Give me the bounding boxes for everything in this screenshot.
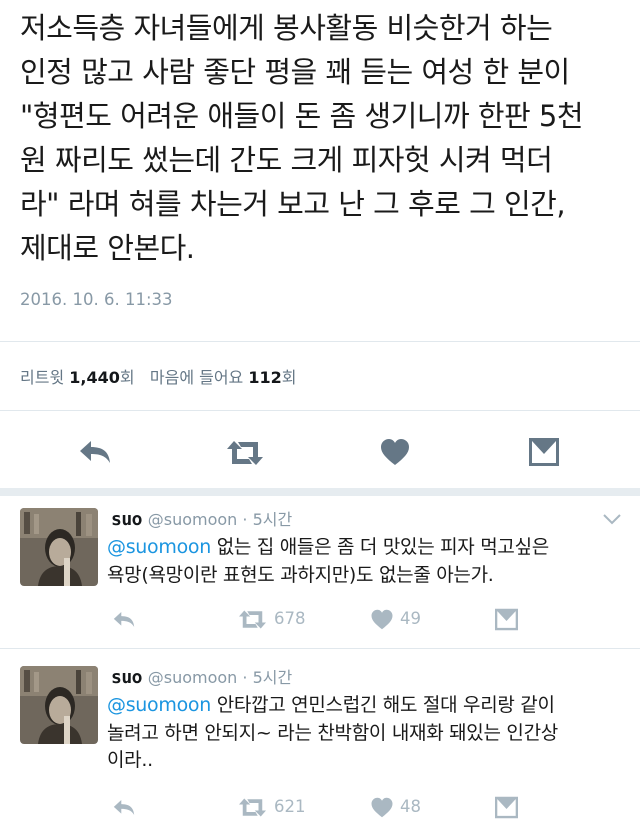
- heart-icon[interactable]: [370, 609, 394, 630]
- avatar[interactable]: [20, 508, 98, 586]
- reply-author: suo @suomoon · 5시간: [111, 506, 292, 530]
- mention-link[interactable]: @suomoon: [107, 536, 211, 558]
- reply-text-line: 이라..: [107, 749, 153, 771]
- reply-icon[interactable]: [112, 610, 136, 629]
- retweets-label: 리트윗: [20, 368, 65, 387]
- reply-text-first: 없는 집 애들은 좀 더 맛있는 피자 먹고싶은: [210, 536, 550, 558]
- author-handle: @suomoon · 5시간: [147, 668, 293, 687]
- reply-text-line: @suomoon 안타깝고 연민스럽긴 해도 절대 우리랑 같이: [107, 692, 622, 720]
- tweet-text-line: 저소득층 자녀들에게 봉사활동 비슷한거 하는: [20, 11, 553, 45]
- likes-stat[interactable]: 마음에 들어요 112회: [150, 368, 297, 387]
- envelope-icon[interactable]: [494, 608, 519, 631]
- tweet-stats: 리트윗 1,440회 마음에 들어요 112회: [20, 364, 297, 388]
- divider: [0, 410, 640, 411]
- reply-tweet[interactable]: suo @suomoon · 5시간 @suomoon 안타깝고 연민스럽긴 해…: [0, 650, 640, 826]
- author-name[interactable]: suo: [111, 509, 143, 530]
- likes-suffix: 회: [281, 368, 297, 387]
- tweet-text-line: 제대로 안본다.: [20, 231, 195, 265]
- heart-icon[interactable]: [380, 438, 410, 466]
- envelope-icon[interactable]: [528, 437, 560, 467]
- author-handle: @suomoon · 5시간: [147, 510, 293, 529]
- tweet-text-line: 원 짜리도 썼는데 간도 크게 피자헛 시켜 먹더: [20, 143, 553, 177]
- retweet-icon[interactable]: [237, 797, 268, 818]
- reply-actions: 678 49: [0, 604, 640, 634]
- retweet-count: 678: [274, 609, 306, 628]
- like-count: 49: [400, 609, 421, 628]
- tweet-text-line: 라" 라며 혀를 차는거 보고 난 그 후로 그 인간,: [20, 187, 566, 221]
- like-count: 48: [400, 797, 421, 816]
- mention-link[interactable]: @suomoon: [107, 694, 211, 716]
- heart-icon[interactable]: [370, 797, 394, 818]
- retweets-count: 1,440: [69, 368, 120, 387]
- retweet-icon[interactable]: [225, 439, 265, 467]
- chevron-down-icon[interactable]: [603, 514, 621, 525]
- reply-text-line: 욕망(욕망이란 표현도 과하지만)도 없는줄 아는가.: [107, 563, 494, 586]
- avatar[interactable]: [20, 666, 98, 744]
- retweets-stat[interactable]: 리트윗 1,440회: [20, 368, 140, 387]
- reply-text-line: 놀려고 하면 안되지~ 라는 찬박함이 내재화 돼있는 인간상: [107, 721, 558, 744]
- reply-author: suo @suomoon · 5시간: [111, 664, 292, 688]
- tweet-text-line: 인정 많고 사람 좋단 평을 꽤 듣는 여성 한 분이: [20, 55, 570, 89]
- reply-tweet[interactable]: suo @suomoon · 5시간 @suomoon 없는 집 애들은 좀 더…: [0, 496, 640, 646]
- reply-icon[interactable]: [78, 438, 112, 466]
- divider: [0, 341, 640, 342]
- tweet-text: 저소득층 자녀들에게 봉사활동 비슷한거 하는 인정 많고 사람 좋단 평을 꽤…: [20, 6, 625, 270]
- retweet-icon[interactable]: [237, 609, 268, 630]
- reply-text: @suomoon 없는 집 애들은 좀 더 맛있는 피자 먹고싶은 욕망(욕망이…: [107, 534, 622, 589]
- divider: [0, 648, 640, 649]
- reply-text-line: @suomoon 없는 집 애들은 좀 더 맛있는 피자 먹고싶은: [107, 534, 622, 562]
- reply-text: @suomoon 안타깝고 연민스럽긴 해도 절대 우리랑 같이 놀려고 하면 …: [107, 692, 622, 775]
- tweet-text-line: "형편도 어려운 애들이 돈 좀 생기니까 한판 5천: [20, 99, 584, 133]
- likes-count: 112: [248, 368, 282, 387]
- reply-text-first: 안타깝고 연민스럽긴 해도 절대 우리랑 같이: [210, 694, 555, 716]
- envelope-icon[interactable]: [494, 796, 519, 819]
- reply-icon[interactable]: [112, 798, 136, 817]
- retweets-suffix: 회: [119, 368, 135, 387]
- author-name[interactable]: suo: [111, 667, 143, 688]
- retweet-count: 621: [274, 797, 306, 816]
- likes-label: 마음에 들어요: [149, 368, 244, 387]
- tweet-actions: [0, 430, 640, 474]
- reply-actions: 621 48: [0, 792, 640, 822]
- section-divider: [0, 488, 640, 496]
- tweet-timestamp[interactable]: 2016. 10. 6. 11:33: [20, 290, 173, 309]
